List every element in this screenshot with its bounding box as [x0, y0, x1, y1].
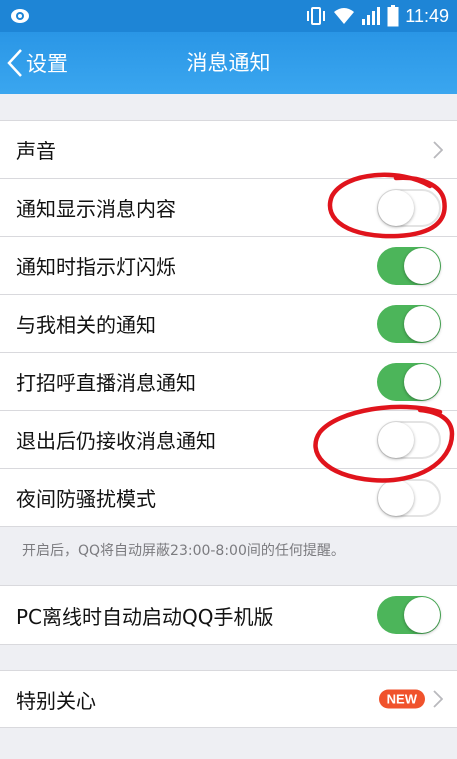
setting-label: 退出后仍接收消息通知: [16, 429, 216, 453]
toggle-knob: [404, 597, 440, 633]
setting-label: 特别关心: [16, 688, 96, 713]
setting-label: 与我相关的通知: [16, 313, 156, 337]
wifi-icon: [334, 8, 355, 24]
setting-label: 声音: [16, 139, 56, 163]
night-mode-hint: 开启后，QQ将自动屏蔽23:00-8:00间的任何提醒。: [22, 543, 345, 559]
toggle-knob: [404, 305, 440, 342]
receive-after-exit-toggle[interactable]: [377, 420, 441, 459]
night-mode-toggle[interactable]: [377, 478, 441, 517]
setting-label: 通知时指示灯闪烁: [16, 255, 176, 279]
toggle-knob: [378, 421, 414, 458]
setting-row-pc-offline: PC离线时自动启动QQ手机版: [0, 585, 457, 645]
greeting-live-toggle[interactable]: [377, 362, 441, 401]
setting-label: PC离线时自动启动QQ手机版: [16, 604, 274, 629]
show-content-toggle[interactable]: [377, 188, 441, 227]
indicator-light-toggle[interactable]: [377, 246, 441, 285]
setting-row-related-notify: 与我相关的通知: [0, 295, 457, 353]
eye-icon: [11, 9, 29, 23]
setting-row-sound[interactable]: 声音: [0, 120, 457, 179]
new-badge: NEW: [378, 689, 425, 709]
battery-icon: [387, 5, 399, 27]
setting-row-night-mode: 夜间防骚扰模式: [0, 469, 457, 527]
related-notify-toggle[interactable]: [377, 304, 441, 343]
page-title: 消息通知: [186, 51, 271, 75]
pc-offline-toggle[interactable]: [377, 596, 441, 634]
setting-row-receive-after-exit: 退出后仍接收消息通知: [0, 411, 457, 469]
status-icons: 11:49: [305, 0, 449, 32]
status-bar: 11:49: [0, 0, 457, 32]
toggle-knob: [404, 247, 440, 284]
toggle-knob: [404, 363, 440, 400]
setting-label: 夜间防骚扰模式: [16, 487, 156, 511]
setting-label: 通知显示消息内容: [16, 197, 176, 221]
setting-row-show-content: 通知显示消息内容: [0, 179, 457, 237]
vibrate-icon: [307, 7, 326, 25]
chevron-left-icon: [7, 49, 22, 77]
chevron-right-icon: [433, 140, 443, 159]
status-time: 11:49: [405, 5, 449, 26]
navigation-bar: 设置 消息通知: [0, 32, 457, 94]
toggle-knob: [378, 189, 414, 226]
setting-row-indicator-light: 通知时指示灯闪烁: [0, 237, 457, 295]
setting-row-special-care[interactable]: 特别关心 NEW: [0, 670, 457, 728]
signal-icon: [362, 7, 381, 25]
toggle-knob: [378, 479, 414, 516]
back-label: 设置: [26, 52, 68, 76]
chevron-right-icon: [433, 690, 443, 708]
back-button[interactable]: 设置: [6, 46, 68, 80]
setting-row-greeting-live: 打招呼直播消息通知: [0, 353, 457, 411]
setting-label: 打招呼直播消息通知: [16, 371, 196, 395]
